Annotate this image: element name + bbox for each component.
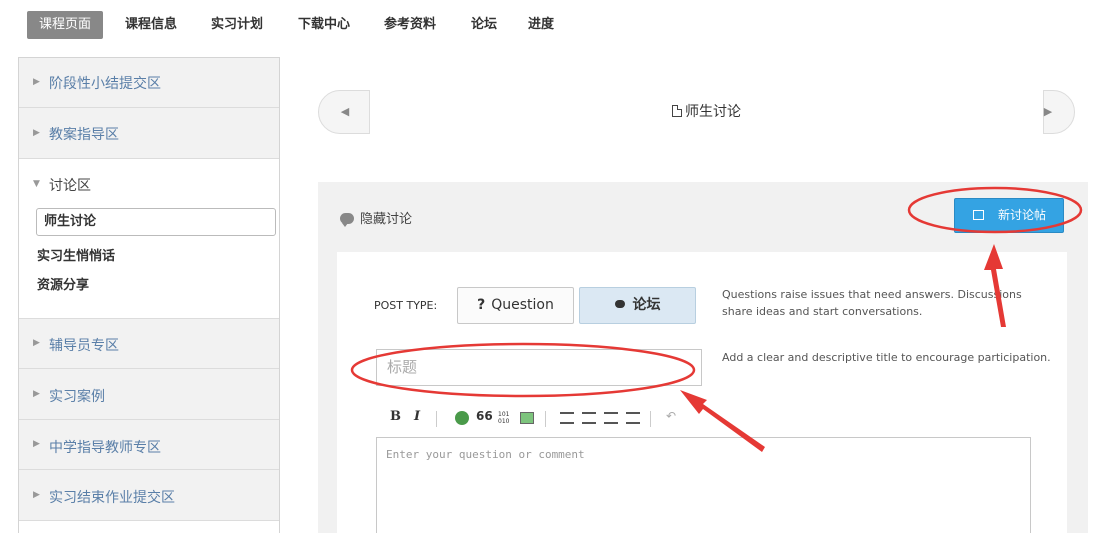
tab-course-page[interactable]: 课程页面 [27,11,104,39]
caret-down-icon: ▼ [33,179,40,189]
next-arrow-icon[interactable]: ▶ [1028,91,1068,133]
course-nav: 课程页面 课程信息 实习计划 下载中心 参考资料 论坛 进度 [0,0,1118,46]
sidebar-section-cases[interactable]: ▶ 实习案例 [19,369,279,420]
post-type-help: Questions raise issues that need answers… [722,288,1022,318]
sidebar-section-label: 实习案例 [49,389,105,405]
sidebar-section-label: 阶段性小结提交区 [49,76,161,92]
sidebar-section-discussion: ▼ 讨论区 师生讨论 实习生悄悄话 资源分享 [19,159,279,319]
sidebar-section-final-assignment[interactable]: ▶ 实习结束作业提交区 [19,470,279,521]
edit-icon [973,210,984,220]
course-outline-sidebar: ▶ 阶段性小结提交区 ▶ 教案指导区 ▼ 讨论区 师生讨论 实习生悄悄话 资源分… [18,57,280,533]
hide-discussion-label: 隐藏讨论 [360,212,413,227]
title-help: Add a clear and descriptive title to enc… [722,351,1051,364]
sidebar-section-stage-summary[interactable]: ▶ 阶段性小结提交区 [19,58,279,108]
bold-button[interactable]: B [390,409,401,424]
new-post-label: 新讨论帖 [998,208,1047,222]
tab-progress[interactable]: 进度 [528,11,554,39]
caret-right-icon: ▶ [33,338,40,348]
tab-forum[interactable]: 论坛 [471,11,497,39]
discussion-type-button[interactable]: 论坛 [579,287,696,324]
sidebar-section-label: 辅导员专区 [49,338,119,354]
sequence-title: 师生讨论 [685,104,741,120]
caret-right-icon: ▶ [33,128,40,138]
sequence-unit-tab[interactable]: 师生讨论 [369,90,1044,134]
sidebar-item-resource-sharing[interactable]: 资源分享 [37,274,89,293]
toolbar-divider [545,411,546,427]
course-content: ◀ 师生讨论 ▶ 隐藏讨论 新讨论帖 POST TYPE: ? Question … [281,57,1118,533]
numbered-list-icon[interactable] [560,412,574,424]
question-type-button[interactable]: ? Question [457,287,574,324]
post-body-editor[interactable]: Enter your question or comment [376,437,1031,533]
code-sample-icon[interactable]: 101 010 [498,411,509,425]
tab-internship-plan[interactable]: 实习计划 [211,11,263,39]
sidebar-section-lesson-plan[interactable]: ▶ 教案指导区 [19,108,279,159]
previous-arrow-icon[interactable]: ◀ [325,91,365,133]
sequence-nav: ◀ 师生讨论 ▶ [318,90,1075,134]
sidebar-item-teacher-student-discussion[interactable]: 师生讨论 [36,208,276,236]
chat-bubble-icon [340,213,354,227]
horizontal-rule-icon[interactable] [626,412,640,424]
title-input[interactable]: 标题 [376,349,702,386]
page-root: { "nav": { "tabs": ["课程页面", "课程信息", "实习计… [0,0,1118,533]
new-post-form: POST TYPE: ? Question 论坛 Questions raise … [337,252,1067,533]
caret-right-icon: ▶ [33,77,40,87]
sidebar-section-label: 教案指导区 [49,127,119,143]
question-mark-icon: ? [477,297,486,313]
sidebar-section-label[interactable]: 讨论区 [49,175,91,195]
heading-icon[interactable] [604,412,618,424]
discussion-type-label: 论坛 [632,297,661,313]
comments-icon [614,300,625,308]
bulleted-list-icon[interactable] [582,412,596,424]
caret-right-icon: ▶ [33,389,40,399]
document-icon [672,105,682,117]
sidebar-section-label: 中学指导教师专区 [49,440,161,456]
post-type-label: POST TYPE: [374,299,438,312]
tab-download-center[interactable]: 下载中心 [298,11,350,39]
sidebar-section-counselor[interactable]: ▶ 辅导员专区 [19,319,279,369]
sidebar-item-intern-whispers[interactable]: 实习生悄悄话 [37,245,115,264]
caret-right-icon: ▶ [33,490,40,500]
toolbar-divider [650,411,651,427]
question-type-label: Question [491,297,554,313]
caret-right-icon: ▶ [33,439,40,449]
sidebar-section-mentor-teachers[interactable]: ▶ 中学指导教师专区 [19,420,279,470]
blockquote-icon[interactable]: 66 [476,409,493,423]
discussion-module: 隐藏讨论 新讨论帖 POST TYPE: ? Question 论坛 Questi… [318,182,1088,533]
new-post-button[interactable]: 新讨论帖 [954,198,1064,233]
link-globe-icon[interactable] [455,411,469,425]
toolbar-divider [436,411,437,427]
undo-icon[interactable]: ↶ [666,409,676,423]
italic-button[interactable]: I [414,409,420,424]
tab-references[interactable]: 参考资料 [384,11,436,39]
image-icon[interactable] [520,412,534,424]
hide-discussion-link[interactable]: 隐藏讨论 [340,208,412,227]
tab-course-info[interactable]: 课程信息 [125,11,177,39]
sidebar-section-label: 实习结束作业提交区 [49,490,175,506]
